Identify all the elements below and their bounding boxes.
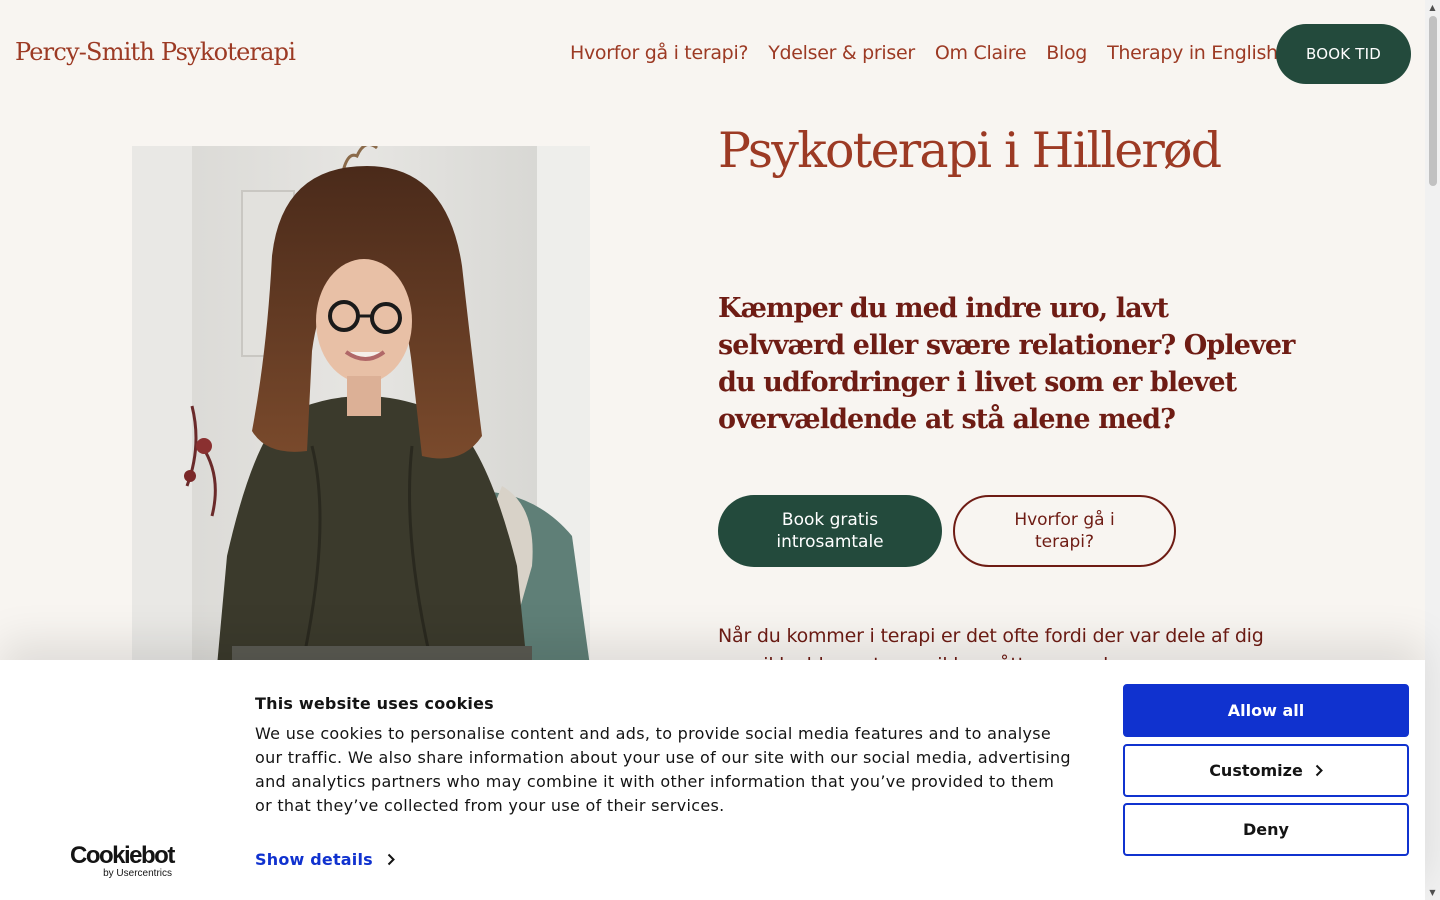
nav-item-blog[interactable]: Blog — [1046, 42, 1087, 64]
chevron-right-icon — [1315, 764, 1323, 777]
book-appointment-button[interactable]: BOOK TID — [1276, 24, 1411, 84]
nav-item-therapy-english[interactable]: Therapy in English — [1107, 42, 1278, 64]
cookiebot-logo: Cookiebot by Usercentrics — [70, 842, 175, 880]
page-scrollbar[interactable]: ▲ ▼ — [1425, 0, 1440, 900]
deny-button[interactable]: Deny — [1123, 803, 1409, 856]
show-details-label: Show details — [255, 850, 373, 869]
allow-all-button[interactable]: Allow all — [1123, 684, 1409, 737]
cookie-banner: Cookiebot by Usercentrics This website u… — [0, 660, 1425, 900]
page-title: Psykoterapi i Hillerød — [718, 122, 1222, 179]
cookie-title: This website uses cookies — [255, 694, 494, 713]
site-logo[interactable]: Percy-Smith Psykoterapi — [15, 38, 296, 66]
therapist-portrait — [132, 146, 590, 666]
cookiebot-logo-text: Cookiebot — [70, 842, 175, 869]
scroll-down-icon[interactable]: ▼ — [1428, 888, 1437, 897]
why-therapy-button[interactable]: Hvorfor gå i terapi? — [953, 495, 1176, 567]
book-intro-button[interactable]: Book gratis introsamtale — [718, 495, 942, 567]
nav-item-about-claire[interactable]: Om Claire — [935, 42, 1027, 64]
chevron-right-icon — [387, 853, 395, 866]
customize-button[interactable]: Customize — [1123, 744, 1409, 797]
scrollbar-thumb[interactable] — [1429, 16, 1437, 186]
cookie-description: We use cookies to personalise content an… — [255, 724, 1071, 815]
cookiebot-logo-subtext: by Usercentrics — [103, 868, 172, 879]
customize-label: Customize — [1209, 761, 1303, 780]
show-details-link[interactable]: Show details — [255, 850, 395, 869]
hero-lead: Kæmper du med indre uro, lavt selvværd e… — [718, 293, 1295, 435]
nav-item-services-prices[interactable]: Ydelser & priser — [768, 42, 915, 64]
nav-item-why-therapy[interactable]: Hvorfor gå i terapi? — [570, 42, 749, 64]
main-nav: Hvorfor gå i terapi? Ydelser & priser Om… — [570, 42, 1278, 64]
scroll-up-icon[interactable]: ▲ — [1428, 3, 1437, 12]
